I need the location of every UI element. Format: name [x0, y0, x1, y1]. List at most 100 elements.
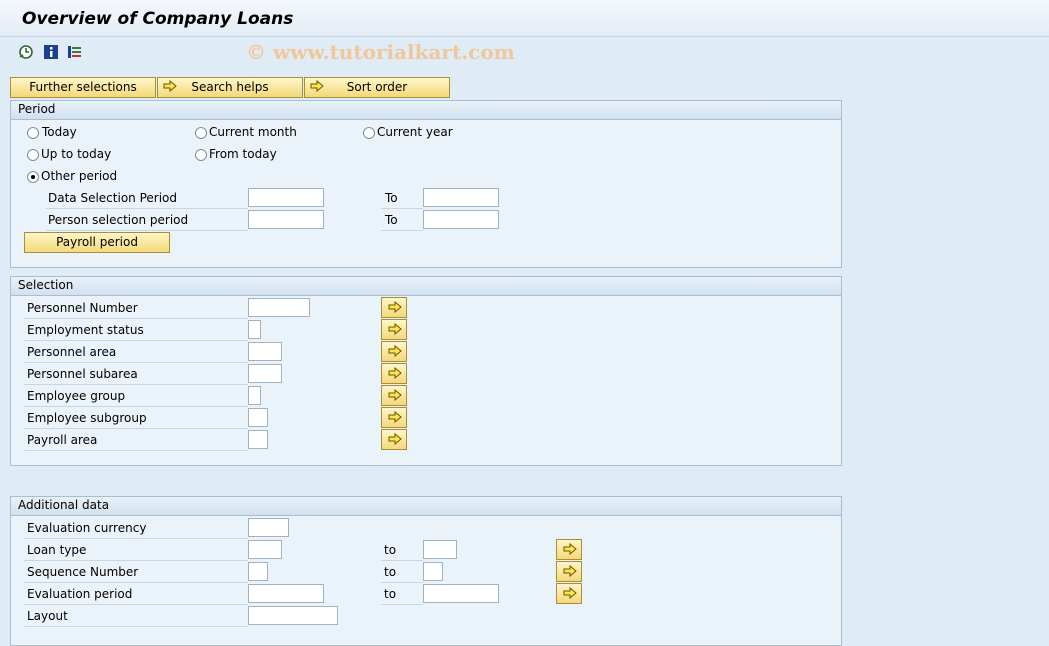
arrow-right-icon — [388, 411, 402, 423]
multiple-selection-button[interactable] — [381, 385, 407, 406]
divider — [24, 318, 248, 319]
divider — [381, 604, 423, 605]
radio-other-period[interactable] — [27, 171, 39, 183]
radio-today[interactable] — [27, 127, 39, 139]
label-person-selection-period: Person selection period — [48, 213, 189, 227]
loan-type-to-input[interactable] — [423, 540, 457, 559]
label-employee-group: Employee group — [27, 389, 126, 403]
label-current-month: Current month — [209, 125, 297, 139]
evaluation-currency-input[interactable] — [248, 518, 289, 537]
arrow-right-icon — [388, 389, 402, 401]
sort-order-button[interactable]: Sort order — [304, 77, 450, 98]
divider — [24, 428, 248, 429]
search-helps-label: Search helps — [191, 80, 269, 94]
label-evaluation-period: Evaluation period — [27, 587, 133, 601]
label-current-year: Current year — [377, 125, 453, 139]
label-to: To — [385, 191, 398, 205]
multiple-selection-button[interactable] — [381, 319, 407, 340]
arrow-right-icon — [563, 565, 577, 577]
divider — [381, 582, 423, 583]
multiple-selection-button[interactable] — [381, 297, 407, 318]
label-personnel-number: Personnel Number — [27, 301, 138, 315]
label-loan-type: Loan type — [27, 543, 87, 557]
label-to: to — [384, 565, 397, 579]
label-evaluation-currency: Evaluation currency — [27, 521, 147, 535]
variant-icon[interactable] — [67, 44, 83, 60]
period-header: Period — [11, 101, 841, 120]
multiple-selection-button[interactable] — [381, 341, 407, 362]
personnel-number-input[interactable] — [248, 298, 310, 317]
multiple-selection-button[interactable] — [381, 407, 407, 428]
execute-icon[interactable] — [18, 44, 34, 60]
title-bar: Overview of Company Loans — [0, 0, 1049, 37]
arrow-right-icon — [388, 433, 402, 445]
arrow-right-icon — [388, 323, 402, 335]
label-payroll-area: Payroll area — [27, 433, 98, 447]
label-layout: Layout — [27, 609, 68, 623]
radio-up-to-today[interactable] — [27, 149, 39, 161]
employment-status-input[interactable] — [248, 320, 261, 339]
arrow-right-icon — [563, 587, 577, 599]
divider — [24, 560, 248, 561]
divider — [24, 604, 248, 605]
radio-current-month[interactable] — [195, 127, 207, 139]
multiple-selection-button[interactable] — [556, 561, 582, 582]
personnel-area-input[interactable] — [248, 342, 282, 361]
loan-type-from-input[interactable] — [248, 540, 282, 559]
label-sequence-number: Sequence Number — [27, 565, 139, 579]
further-selections-button[interactable]: Further selections — [10, 77, 156, 98]
multiple-selection-button[interactable] — [556, 583, 582, 604]
page-title: Overview of Company Loans — [22, 9, 294, 29]
label-up-to-today: Up to today — [41, 147, 112, 161]
divider — [381, 560, 423, 561]
divider — [24, 406, 248, 407]
label-to: to — [384, 543, 397, 557]
employee-subgroup-input[interactable] — [248, 408, 268, 427]
divider — [24, 384, 248, 385]
divider — [24, 582, 248, 583]
radio-from-today[interactable] — [195, 149, 207, 161]
divider — [24, 626, 248, 627]
sequence-number-to-input[interactable] — [423, 562, 443, 581]
label-today: Today — [42, 125, 77, 139]
search-helps-button[interactable]: Search helps — [157, 77, 303, 98]
layout-input[interactable] — [248, 606, 338, 625]
evaluation-period-from-input[interactable] — [248, 584, 324, 603]
payroll-period-button[interactable]: Payroll period — [24, 232, 170, 253]
person-selection-to-input[interactable] — [423, 210, 499, 229]
evaluation-period-to-input[interactable] — [423, 584, 499, 603]
data-selection-to-input[interactable] — [423, 188, 499, 207]
additional-data-header: Additional data — [11, 497, 841, 516]
label-personnel-subarea: Personnel subarea — [27, 367, 138, 381]
selection-header: Selection — [11, 277, 841, 296]
divider — [46, 208, 248, 209]
radio-current-year[interactable] — [363, 127, 375, 139]
multiple-selection-button[interactable] — [556, 539, 582, 560]
data-selection-from-input[interactable] — [248, 188, 324, 207]
watermark-text: © www.tutorialkart.com — [246, 40, 515, 64]
arrow-right-icon — [163, 80, 177, 92]
further-selections-label: Further selections — [29, 80, 137, 94]
label-to: to — [384, 587, 397, 601]
divider — [24, 538, 248, 539]
personnel-subarea-input[interactable] — [248, 364, 282, 383]
multiple-selection-button[interactable] — [381, 429, 407, 450]
sequence-number-from-input[interactable] — [248, 562, 268, 581]
payroll-area-input[interactable] — [248, 430, 268, 449]
arrow-right-icon — [388, 367, 402, 379]
divider — [24, 340, 248, 341]
person-selection-from-input[interactable] — [248, 210, 324, 229]
label-personnel-area: Personnel area — [27, 345, 117, 359]
divider — [46, 230, 248, 231]
arrow-right-icon — [388, 301, 402, 313]
info-icon[interactable] — [43, 44, 59, 60]
label-employee-subgroup: Employee subgroup — [27, 411, 147, 425]
sort-order-label: Sort order — [346, 80, 408, 94]
label-to: To — [385, 213, 398, 227]
divider — [24, 450, 248, 451]
arrow-right-icon — [310, 80, 324, 92]
employee-group-input[interactable] — [248, 386, 261, 405]
divider — [381, 208, 423, 209]
divider — [24, 362, 248, 363]
multiple-selection-button[interactable] — [381, 363, 407, 384]
